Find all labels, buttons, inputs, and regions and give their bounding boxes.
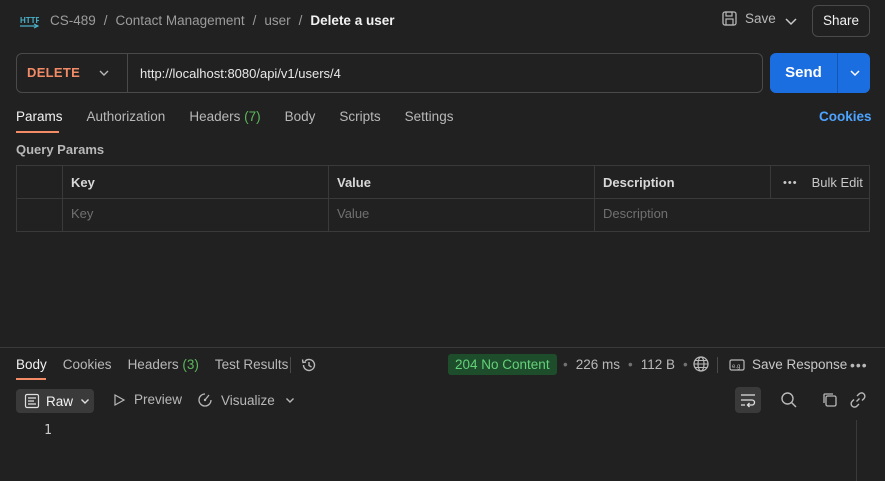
active-tab-indicator <box>16 131 59 133</box>
divider <box>717 357 718 373</box>
tab-test-results[interactable]: Test Results <box>215 357 289 372</box>
breadcrumb: CS-489 / Contact Management / user / Del… <box>50 13 394 28</box>
query-params-title: Query Params <box>16 142 105 157</box>
tab-response-body[interactable]: Body <box>16 357 47 372</box>
svg-text:e.g: e.g <box>732 364 740 370</box>
active-tab-indicator <box>16 378 46 380</box>
preview-label: Preview <box>134 392 183 407</box>
separator-dot: • <box>563 357 568 372</box>
more-options-icon[interactable]: ••• <box>850 357 868 373</box>
save-response-icon: e.g <box>729 358 745 371</box>
separator-dot: • <box>683 357 688 372</box>
format-label: Raw <box>46 393 74 409</box>
tab-params[interactable]: Params <box>16 109 63 124</box>
tab-settings[interactable]: Settings <box>405 109 454 124</box>
column-key: Key <box>71 175 95 190</box>
save-icon <box>722 11 737 26</box>
save-response-label: Save Response <box>752 357 848 372</box>
chevron-down-icon[interactable] <box>97 66 111 80</box>
save-response-button[interactable]: e.g Save Response <box>729 357 847 372</box>
response-headers-count: (3) <box>182 357 199 372</box>
scrollbar[interactable] <box>856 420 857 481</box>
tab-response-headers-label: Headers <box>127 357 179 372</box>
response-meta: • 226 ms • 112 B • <box>563 357 688 372</box>
divider <box>62 166 63 231</box>
divider <box>328 166 329 231</box>
tab-response-cookies[interactable]: Cookies <box>63 357 112 372</box>
copy-icon[interactable] <box>821 391 839 409</box>
chevron-down-icon[interactable] <box>782 11 800 31</box>
save-button[interactable]: Save <box>722 11 776 26</box>
description-input[interactable]: Description <box>603 206 668 221</box>
divider <box>594 166 595 231</box>
divider[interactable] <box>0 347 885 348</box>
bulk-edit-button[interactable]: ••• Bulk Edit <box>783 175 863 190</box>
preview-button[interactable]: Preview <box>112 392 182 407</box>
tab-authorization[interactable]: Authorization <box>87 109 166 124</box>
bulk-edit-label: Bulk Edit <box>811 175 863 190</box>
search-icon[interactable] <box>780 391 798 409</box>
more-icon: ••• <box>783 176 798 189</box>
http-icon: HTTP <box>20 16 39 29</box>
method-select[interactable]: DELETE <box>27 65 80 80</box>
link-icon[interactable] <box>849 391 867 409</box>
divider <box>127 54 128 92</box>
column-description: Description <box>603 175 675 190</box>
cookies-link[interactable]: Cookies <box>819 109 872 124</box>
separator-dot: • <box>628 357 633 372</box>
url-input[interactable]: http://localhost:8080/api/v1/users/4 <box>140 66 341 81</box>
chevron-down-icon[interactable] <box>848 66 862 80</box>
visualize-label: Visualize <box>221 392 275 408</box>
params-table: Key Value Description ••• Bulk Edit Key … <box>16 165 870 232</box>
request-url-bar: DELETE http://localhost:8080/api/v1/user… <box>16 53 763 93</box>
request-tabs: Params Authorization Headers (7) Body Sc… <box>16 109 453 124</box>
response-tabs: Body Cookies Headers (3) Test Results <box>16 357 288 372</box>
response-time[interactable]: 226 ms <box>576 357 620 372</box>
column-value: Value <box>337 175 371 190</box>
divider <box>290 357 291 373</box>
tab-body[interactable]: Body <box>285 109 316 124</box>
visualize-icon <box>198 393 212 407</box>
wrap-lines-button[interactable] <box>735 387 761 413</box>
table-row <box>17 199 869 232</box>
headers-count: (7) <box>244 109 261 124</box>
top-bar: HTTP CS-489 / Contact Management / user … <box>0 0 885 42</box>
tab-headers[interactable]: Headers (7) <box>189 109 260 124</box>
tab-headers-label: Headers <box>189 109 241 124</box>
breadcrumb-folder[interactable]: Contact Management <box>116 13 245 28</box>
globe-icon[interactable] <box>692 355 710 373</box>
response-size[interactable]: 112 B <box>641 357 675 372</box>
key-input[interactable]: Key <box>71 206 93 221</box>
raw-format-icon <box>24 393 40 409</box>
divider <box>837 53 838 93</box>
visualize-button[interactable]: Visualize <box>197 392 275 408</box>
save-label: Save <box>745 11 776 26</box>
chevron-down-icon[interactable] <box>284 394 296 406</box>
breadcrumb-separator: / <box>252 13 257 28</box>
wrap-icon <box>741 394 756 408</box>
breadcrumb-separator: / <box>103 13 108 28</box>
line-number: 1 <box>44 423 52 438</box>
breadcrumb-separator: / <box>298 13 303 28</box>
format-select[interactable]: Raw <box>16 389 94 413</box>
tab-response-headers[interactable]: Headers (3) <box>128 357 199 372</box>
history-icon[interactable] <box>300 356 318 374</box>
svg-text:HTTP: HTTP <box>20 16 39 25</box>
play-icon <box>114 393 126 406</box>
table-header-row <box>17 166 869 199</box>
tab-scripts[interactable]: Scripts <box>339 109 380 124</box>
chevron-down-icon <box>81 399 90 404</box>
breadcrumb-subfolder[interactable]: user <box>264 13 290 28</box>
value-input[interactable]: Value <box>337 206 369 221</box>
send-button[interactable]: Send <box>770 53 837 93</box>
breadcrumb-collection[interactable]: CS-489 <box>50 13 96 28</box>
send-button-group: Send <box>770 53 870 93</box>
request-name[interactable]: Delete a user <box>310 13 394 28</box>
share-button[interactable]: Share <box>812 5 870 37</box>
status-badge[interactable]: 204 No Content <box>448 354 557 375</box>
divider <box>770 166 771 199</box>
